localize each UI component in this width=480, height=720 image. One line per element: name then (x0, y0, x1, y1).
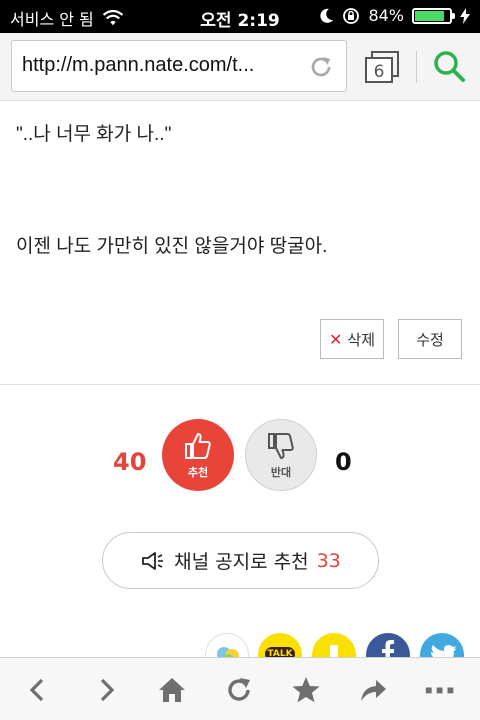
status-right: 84% (320, 6, 470, 25)
url-field[interactable]: http://m.pann.nate.com/t... (11, 40, 347, 92)
wifi-icon (102, 9, 123, 26)
share-button[interactable] (355, 672, 391, 708)
downvote-button[interactable]: 반대 (245, 419, 317, 491)
home-icon (159, 678, 185, 702)
carrier-text: 서비스 안 됨 (10, 10, 94, 29)
downvote-count: 0 (335, 448, 352, 476)
status-left: 서비스 안 됨 (10, 6, 124, 30)
status-bar: 서비스 안 됨 오전 2:19 84% (0, 0, 480, 33)
megaphone-icon (142, 551, 164, 570)
share-twitter-button[interactable] (420, 633, 464, 657)
share-arrow-icon (361, 680, 386, 701)
back-button[interactable] (20, 672, 56, 708)
section-divider (0, 384, 480, 385)
kakaotalk-label: TALK (265, 647, 295, 657)
comment-line-1: "..나 너무 화가 나.." (16, 124, 172, 145)
star-icon (292, 677, 320, 703)
moon-icon (320, 8, 334, 23)
channel-count: 33 (316, 549, 341, 572)
tabs-icon: 6 (365, 51, 399, 83)
upvote-count: 40 (113, 448, 147, 476)
battery-icon (412, 7, 455, 24)
channel-notice-button[interactable]: 채널 공지로 추천 33 (102, 532, 379, 589)
thumbs-up-icon (185, 433, 211, 459)
share-kakaostory-button[interactable] (312, 633, 356, 657)
battery-percent: 84% (368, 6, 404, 25)
share-row: TALK (0, 633, 480, 657)
more-button[interactable] (422, 672, 458, 708)
twitter-icon (431, 645, 457, 657)
facebook-icon (382, 640, 394, 657)
search-icon (434, 51, 465, 82)
share-facebook-button[interactable] (366, 633, 410, 657)
tabs-button[interactable]: 6 (364, 50, 400, 84)
chevron-left-icon (29, 678, 44, 702)
bookmark-button[interactable] (288, 672, 324, 708)
url-text[interactable]: http://m.pann.nate.com/t... (22, 54, 302, 77)
page-content: "..나 너무 화가 나.." 이젠 나도 가만히 있진 않을거야 땅굴아. ✕… (0, 101, 480, 657)
tab-count: 6 (374, 62, 385, 82)
delete-button[interactable]: ✕ 삭제 (320, 319, 384, 359)
share-kakaotalk-button[interactable]: TALK (258, 633, 302, 657)
address-bar: http://m.pann.nate.com/t... 6 (0, 33, 480, 101)
downvote-label: 반대 (270, 466, 292, 479)
bottom-toolbar (0, 657, 480, 720)
kakaostory-icon (330, 645, 338, 657)
forward-button[interactable] (88, 672, 124, 708)
edit-button[interactable]: 수정 (398, 319, 462, 359)
toolbar-divider (416, 51, 417, 83)
search-button[interactable] (432, 49, 466, 83)
upvote-label: 추천 (187, 466, 209, 479)
comment-line-2: 이젠 나도 가만히 있진 않을거야 땅굴아. (16, 236, 328, 257)
delete-label: 삭제 (347, 330, 375, 349)
upvote-button[interactable]: 추천 (162, 419, 234, 491)
share-nate-button[interactable] (205, 633, 249, 657)
chevron-right-icon (100, 678, 115, 702)
close-icon: ✕ (328, 329, 343, 349)
home-button[interactable] (154, 672, 190, 708)
edit-label: 수정 (416, 330, 444, 349)
reload-icon[interactable] (308, 54, 334, 80)
refresh-icon (228, 678, 250, 701)
charging-icon (460, 7, 470, 24)
refresh-button[interactable] (221, 672, 257, 708)
nate-icon (217, 647, 239, 657)
channel-label: 채널 공지로 추천 (174, 551, 309, 573)
thumbs-down-icon (268, 433, 294, 459)
rotation-lock-icon (343, 7, 360, 24)
more-icon (425, 687, 454, 694)
